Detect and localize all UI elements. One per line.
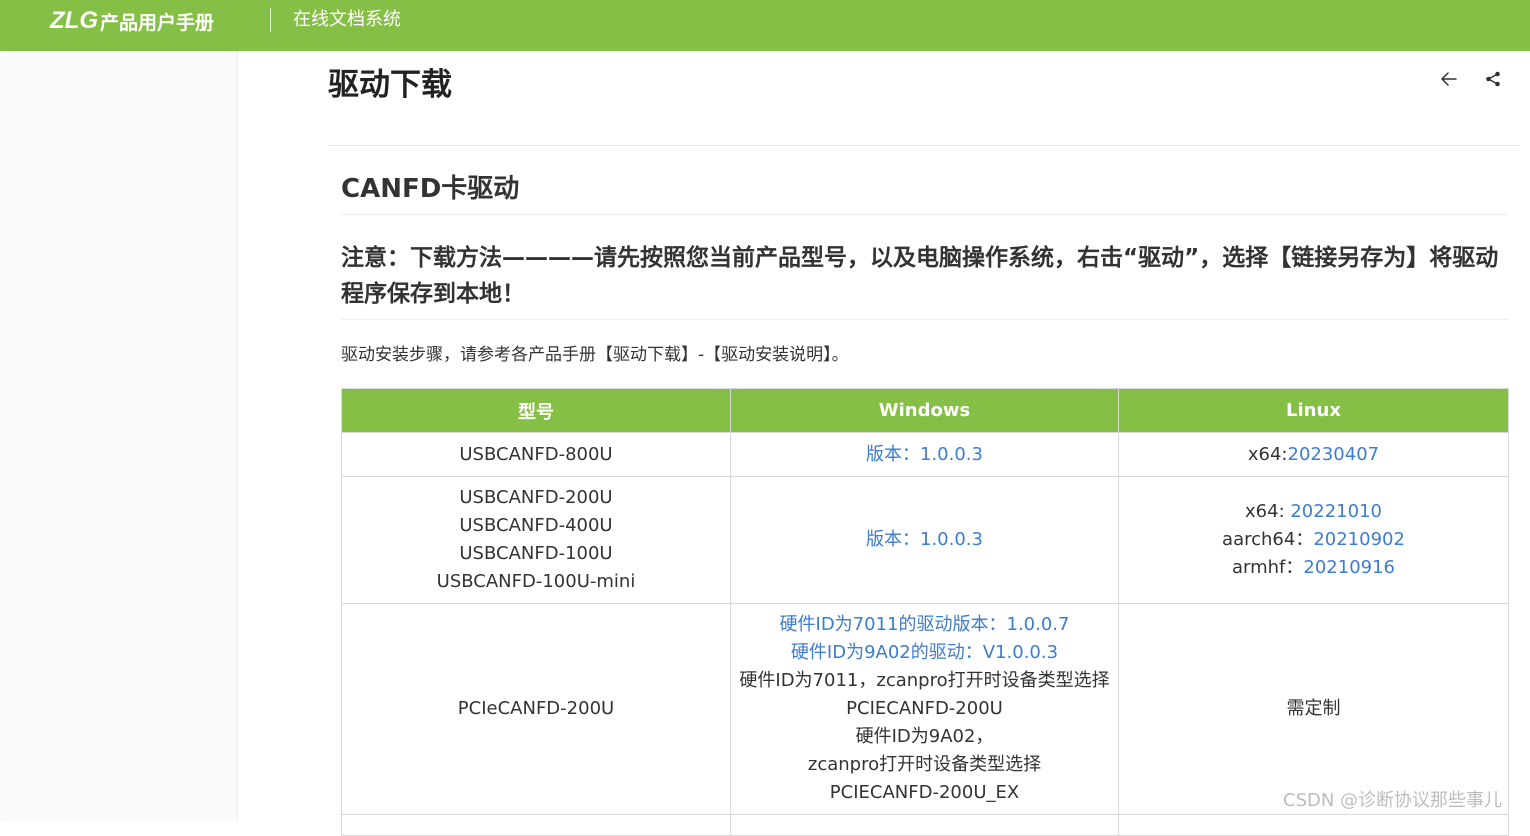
linux-arch-label: x64: [1245,501,1291,522]
model-name: USBCANFD-100U-mini [436,571,636,592]
model-name: USBCANFD-800U [459,443,613,465]
notice-divider [341,319,1508,320]
linux-cell: x64: 20221010 aarch64：20210902 armhf：202… [1118,476,1509,604]
linux-cell: 需定制 [1118,603,1509,815]
model-name: USBCANFD-400U [459,515,613,536]
windows-driver-link[interactable]: 版本：1.0.0.3 [739,441,1110,469]
column-header-linux: Linux [1118,388,1509,433]
table-row: USBCANFD-200U USBCANFD-400U USBCANFD-100… [341,476,1509,604]
brand-name: 产品用户手册 [100,11,215,34]
windows-cell: 硬件ID为7011的驱动版本：1.0.0.7 硬件ID为9A02的驱动：V1.0… [730,603,1119,815]
linux-cell: x64:20230407 [1118,432,1509,477]
model-cell: USBCANFD-200U USBCANFD-400U USBCANFD-100… [341,476,731,604]
model-name: USBCANFD-100U [459,543,613,564]
driver-table: 型号 Windows Linux USBCANFD-800U 版本：1.0.0.… [341,388,1509,836]
section-title: CANFD卡驱动 [341,174,520,204]
table-row [341,814,1509,836]
windows-driver-note: PCIECANFD-200U [846,698,1003,719]
linux-arch-label: aarch64： [1222,529,1314,550]
windows-cell [730,814,1119,836]
linux-custom-note: 需定制 [1286,698,1341,719]
sidebar-panel [0,51,237,821]
windows-driver-link[interactable]: 硬件ID为9A02的驱动：V1.0.0.3 [739,639,1110,667]
windows-cell: 版本：1.0.0.3 [730,432,1119,477]
linux-driver-entry: x64: 20221010 [1127,498,1500,526]
linux-driver-entry: x64:20230407 [1127,441,1500,469]
header-divider [270,8,271,32]
column-header-windows: Windows [730,388,1119,433]
model-cell: PCIeCANFD-200U [341,603,731,815]
linux-arch-label: x64: [1247,443,1288,465]
csdn-watermark: CSDN @诊断协议那些事儿 [1283,790,1503,811]
linux-driver-link[interactable]: 20210902 [1313,529,1405,550]
table-row: USBCANFD-800U 版本：1.0.0.3 x64:20230407 [341,432,1509,477]
page-title: 驱动下载 [328,67,452,103]
linux-driver-entry: armhf：20210916 [1127,554,1500,582]
linux-driver-link[interactable]: 20230407 [1288,444,1380,465]
title-divider [328,145,1520,146]
windows-driver-link[interactable]: 版本：1.0.0.3 [739,526,1110,554]
back-arrow-icon[interactable] [1437,67,1461,91]
install-steps-note: 驱动安装步骤，请参考各产品手册【驱动下载】-【驱动安装说明】。 [341,345,849,365]
linux-driver-link[interactable]: 20210916 [1303,557,1395,578]
windows-cell: 版本：1.0.0.3 [730,476,1119,604]
table-header-row: 型号 Windows Linux [341,388,1509,433]
windows-driver-note: PCIECANFD-200U_EX [829,782,1020,803]
download-notice: 注意：下载方法————请先按照您当前产品型号，以及电脑操作系统，右击“驱动”，选… [341,245,1499,307]
model-cell [341,814,731,836]
linux-driver-link[interactable]: 20221010 [1290,501,1382,522]
windows-driver-note: 硬件ID为9A02， [855,726,994,747]
model-name: PCIeCANFD-200U [457,698,615,719]
linux-cell [1118,814,1509,836]
linux-driver-entry: aarch64：20210902 [1127,526,1500,554]
section-divider [341,214,1508,215]
linux-arch-label: armhf： [1231,557,1304,578]
windows-driver-note: zcanpro打开时设备类型选择 [807,754,1042,775]
site-name-link[interactable]: 在线文档系统 [293,7,401,33]
model-cell: USBCANFD-800U [341,432,731,477]
windows-driver-note: 硬件ID为7011，zcanpro打开时设备类型选择 [739,670,1110,691]
column-header-model: 型号 [341,388,731,433]
table-row: PCIeCANFD-200U 硬件ID为7011的驱动版本：1.0.0.7 硬件… [341,603,1509,815]
zlg-logo: ZLG [50,7,98,34]
model-name: USBCANFD-200U [459,487,613,508]
windows-driver-link[interactable]: 硬件ID为7011的驱动版本：1.0.0.7 [739,611,1110,639]
top-navigation-bar: ZLG 产品用户手册 在线文档系统 [0,0,1530,51]
share-icon[interactable] [1481,67,1505,91]
brand-home-link[interactable]: ZLG 产品用户手册 [50,7,214,35]
